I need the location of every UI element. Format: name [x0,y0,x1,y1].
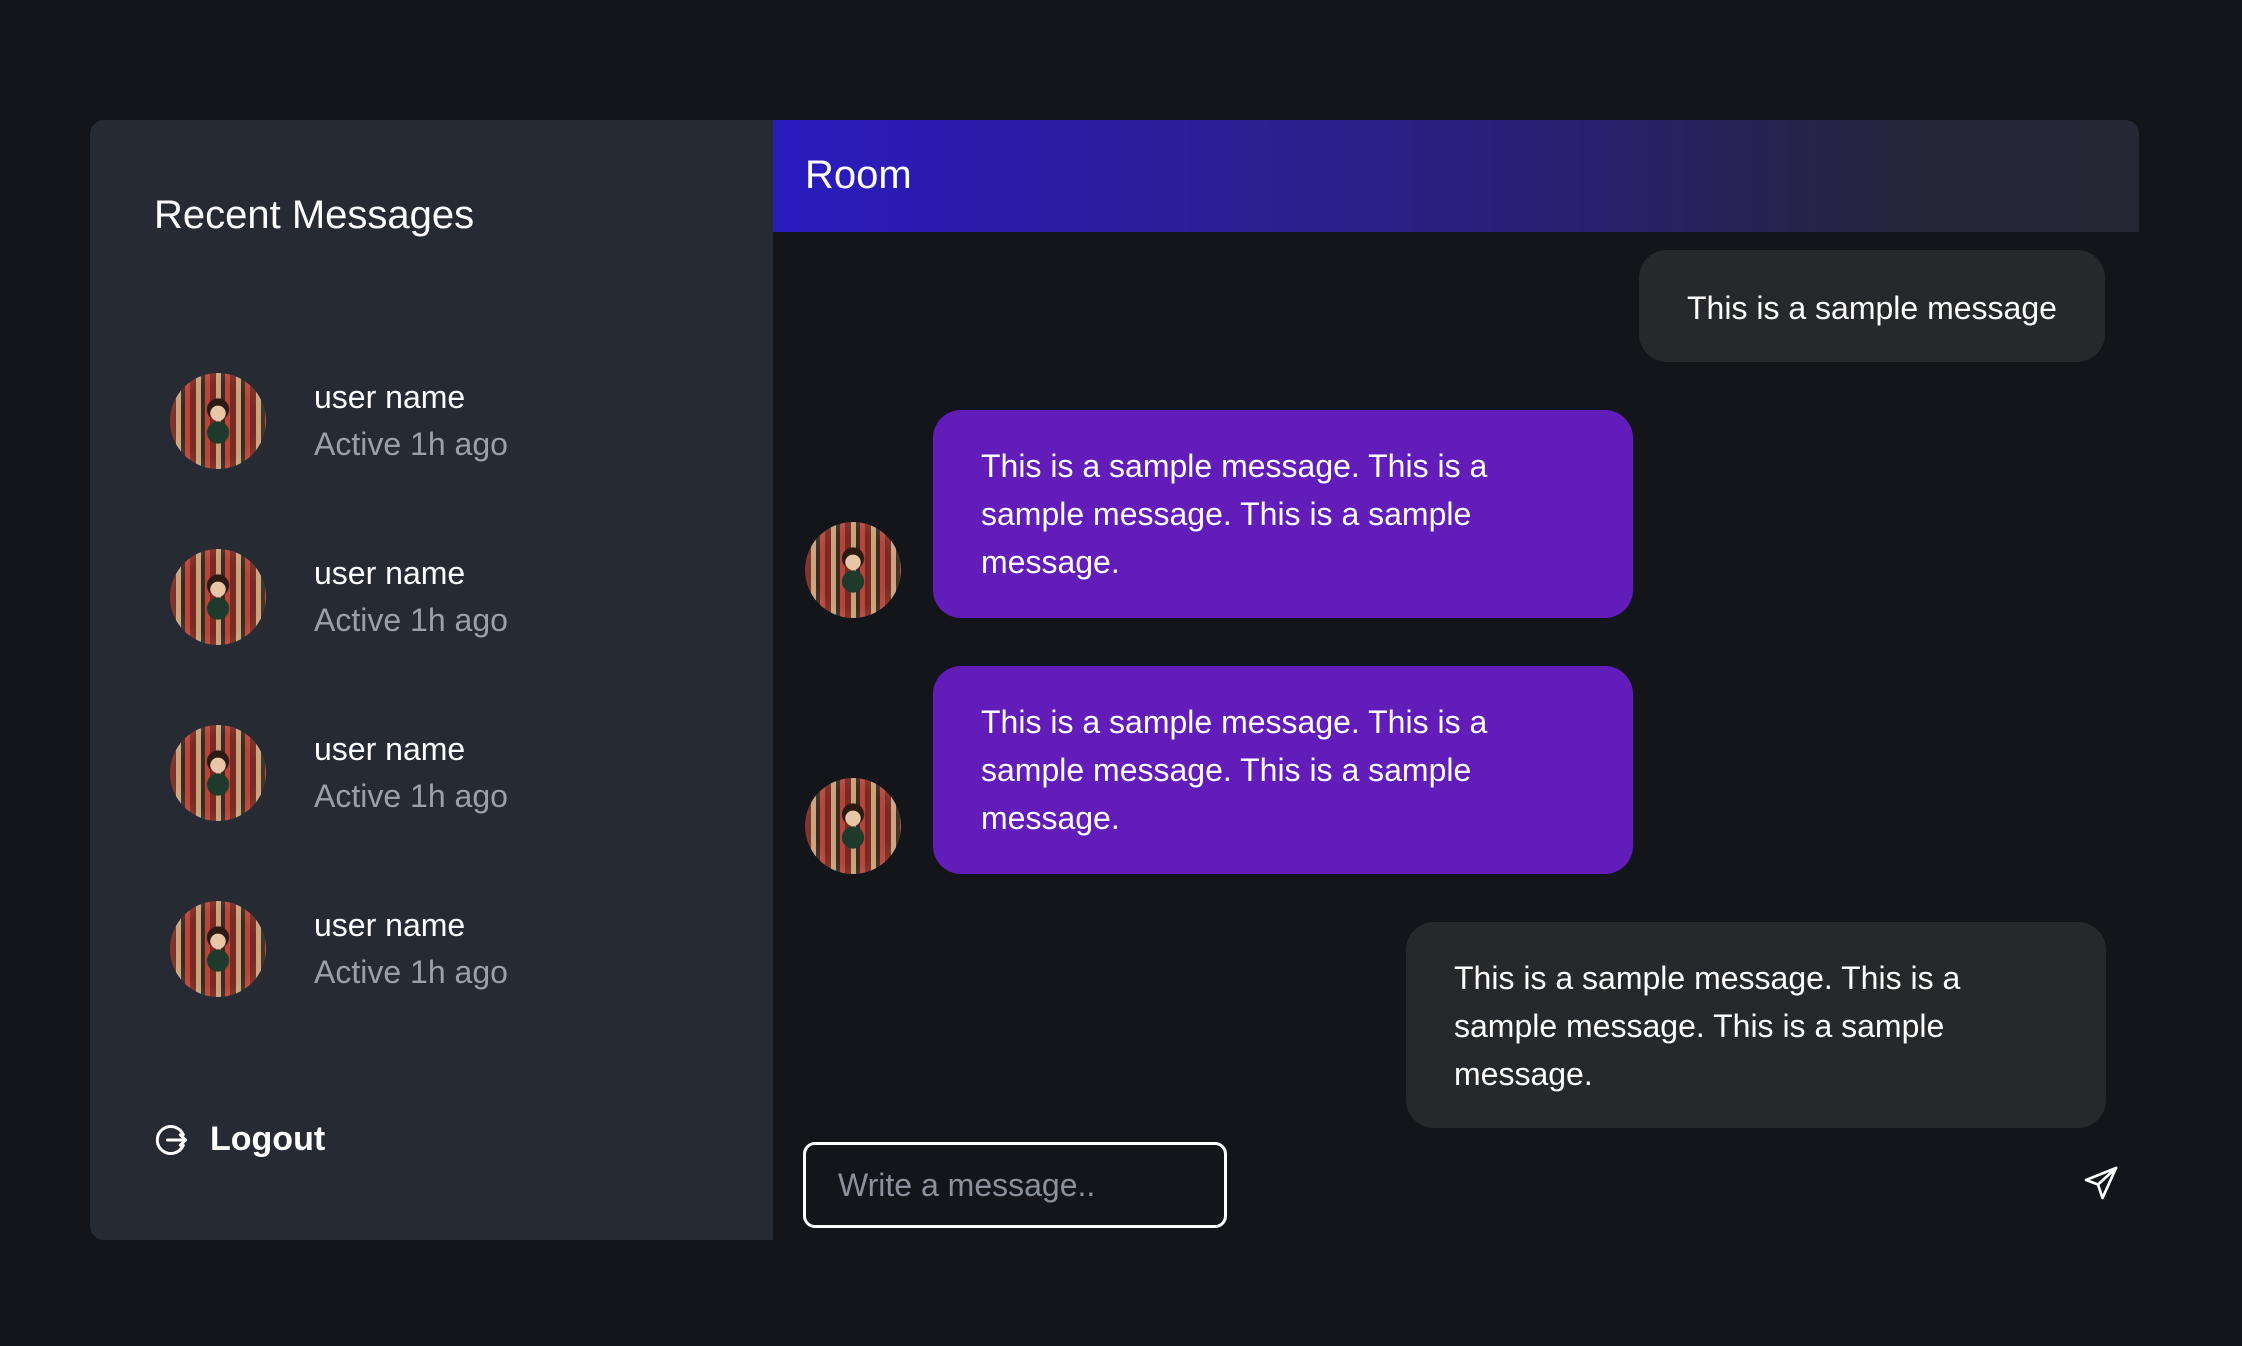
send-button[interactable] [2079,1163,2123,1207]
message-input[interactable] [803,1142,1227,1228]
message-text: This is a sample message. This is a samp… [1454,960,1961,1092]
message-bubble-outgoing: This is a sample message. This is a samp… [1406,922,2106,1128]
contact-status: Active 1h ago [314,954,508,990]
avatar [805,522,901,618]
contact-text: user name Active 1h ago [314,726,508,820]
avatar [170,725,266,821]
contact-status: Active 1h ago [314,602,508,638]
logout-label: Logout [210,1120,326,1158]
avatar [805,778,901,874]
sidebar-title: Recent Messages [154,193,475,237]
avatar [170,373,266,469]
contact-status: Active 1h ago [314,426,508,462]
message-bubble-incoming: This is a sample message. This is a samp… [933,410,1633,618]
contact-item[interactable]: user name Active 1h ago [170,718,690,828]
chat-panel: Room This is a sample message This is a … [773,120,2139,1240]
contact-text: user name Active 1h ago [314,902,508,996]
contact-item[interactable]: user name Active 1h ago [170,894,690,1004]
contact-name: user name [314,379,466,415]
message-bubble-outgoing: This is a sample message [1639,250,2105,362]
logout-icon [154,1122,190,1158]
chat-header: Room [773,120,2139,232]
contact-item[interactable]: user name Active 1h ago [170,542,690,652]
send-icon [2083,1165,2119,1206]
room-title: Room [805,153,912,197]
contact-name: user name [314,555,466,591]
sidebar: Recent Messages user name Active 1h ago … [90,120,773,1240]
contact-name: user name [314,907,466,943]
message-text: This is a sample message. This is a samp… [981,448,1488,580]
contact-text: user name Active 1h ago [314,550,508,644]
contact-name: user name [314,731,466,767]
logout-button[interactable]: Logout [154,1120,325,1159]
contact-text: user name Active 1h ago [314,374,508,468]
avatar [170,901,266,997]
message-text: This is a sample message. This is a samp… [981,704,1488,836]
contact-item[interactable]: user name Active 1h ago [170,366,690,476]
avatar [170,549,266,645]
message-text: This is a sample message [1687,290,2057,326]
chat-app-window: Recent Messages user name Active 1h ago … [90,120,2139,1240]
contact-status: Active 1h ago [314,778,508,814]
message-bubble-incoming: This is a sample message. This is a samp… [933,666,1633,874]
